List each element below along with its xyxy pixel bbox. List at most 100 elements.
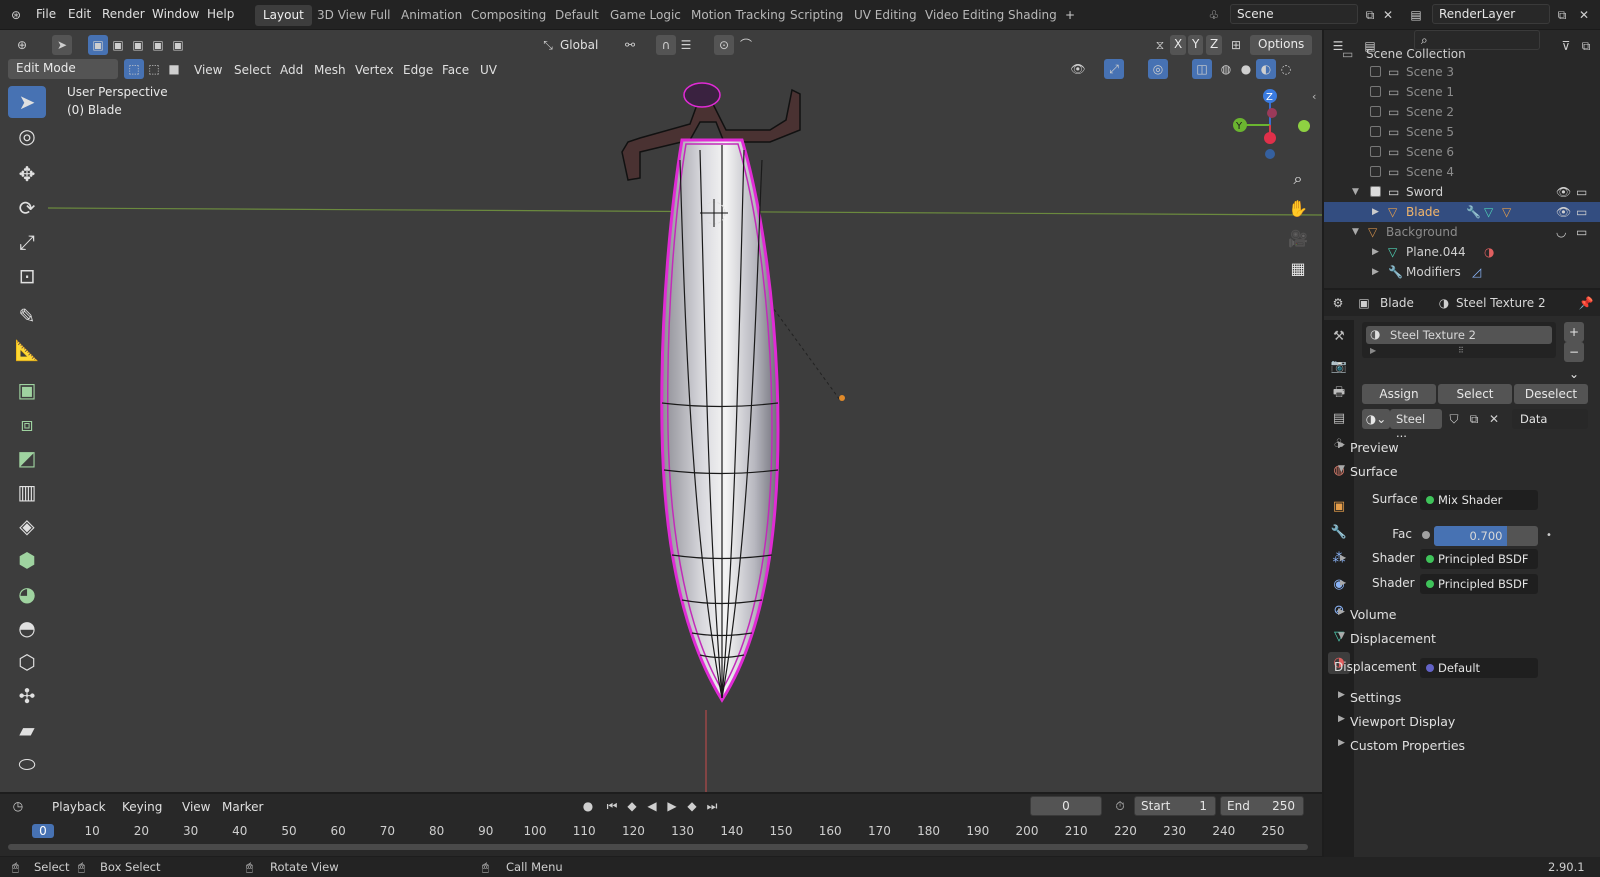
panel-volume[interactable]: Volume	[1350, 607, 1397, 622]
outliner-row[interactable]: ▭ Scene Collection	[1324, 44, 1600, 64]
menu-help[interactable]: Help	[207, 7, 234, 21]
select-button[interactable]: Select	[1438, 384, 1512, 404]
camera-icon[interactable]: 🎥	[1284, 225, 1312, 253]
menu-file[interactable]: File	[36, 7, 56, 21]
outliner-row[interactable]: ▭ Scene 4	[1324, 162, 1600, 182]
pin-icon[interactable]: 📌	[1576, 293, 1596, 313]
monitor-icon[interactable]: ▭	[1576, 185, 1587, 199]
shader-1-field[interactable]: Principled BSDF	[1420, 549, 1538, 569]
expand-arrow-icon[interactable]: ▶	[1372, 267, 1379, 277]
tab-default[interactable]: Default	[547, 5, 607, 26]
hidden-eye-icon[interactable]: ◡	[1556, 225, 1566, 239]
expand-arrow-icon[interactable]: ▶	[1338, 714, 1345, 724]
panel-preview[interactable]: Preview	[1350, 440, 1399, 455]
fac-slider[interactable]: 0.700	[1434, 526, 1538, 546]
exclude-checkbox[interactable]	[1370, 66, 1381, 77]
assign-button[interactable]: Assign	[1362, 384, 1436, 404]
outliner-row[interactable]: ▭ Scene 5	[1324, 122, 1600, 142]
expand-arrow-icon[interactable]: ▶	[1340, 553, 1346, 562]
close-icon[interactable]: ✕	[1574, 5, 1594, 25]
outliner-row[interactable]: ▶ ▽ Blade 🔧 ▽ ▽ 👁 ▭	[1324, 202, 1600, 222]
resize-handle-icon[interactable]: ⠿	[1458, 346, 1464, 355]
exclude-checkbox[interactable]	[1370, 166, 1381, 177]
3d-viewport[interactable]: ⊕ ➤ ▣ ▣ ▣ ▣ ▣ ⤡ Global ⚯ ∩ ☰ ⊙ ⌒ ⧖ X Y Z…	[0, 30, 1322, 792]
tab-3d-view-full[interactable]: 3D View Full	[309, 5, 399, 26]
outliner-row[interactable]: ▭ Scene 1	[1324, 82, 1600, 102]
view-layer-tab-icon[interactable]: ▤	[1328, 408, 1350, 430]
panel-displacement[interactable]: Displacement	[1350, 631, 1436, 646]
outliner-row[interactable]: ▶ 🔧 Modifiers ◿	[1324, 262, 1600, 282]
expand-arrow-icon[interactable]: ▶	[1372, 247, 1379, 257]
tool-tab-icon[interactable]: ⚒	[1328, 326, 1350, 348]
eye-icon[interactable]: 👁	[1556, 185, 1571, 199]
exclude-checkbox[interactable]	[1370, 106, 1381, 117]
blender-logo-icon[interactable]: ⊛	[6, 5, 26, 25]
material-slot-item[interactable]: ◑ Steel Texture 2	[1366, 326, 1552, 344]
tab-uv-editing[interactable]: UV Editing	[846, 5, 925, 26]
panel-settings[interactable]: Settings	[1350, 690, 1401, 705]
scene-canvas[interactable]: Z Y	[0, 30, 1322, 792]
tab-motion-tracking[interactable]: Motion Tracking	[683, 5, 793, 26]
tab-scripting[interactable]: Scripting	[782, 5, 851, 26]
view-layer-field[interactable]: RenderLayer	[1432, 4, 1550, 24]
scene-icon[interactable]: ♧	[1204, 5, 1224, 25]
menu-edit[interactable]: Edit	[68, 7, 91, 21]
outliner-row[interactable]: ▭ Scene 3	[1324, 62, 1600, 82]
mesh-data-icon[interactable]: ▽	[1484, 205, 1493, 219]
zoom-icon[interactable]: ⌕	[1284, 165, 1312, 193]
properties-editor-icon[interactable]: ⚙	[1328, 293, 1348, 313]
add-slot-icon[interactable]: +	[1564, 322, 1584, 342]
panel-custom-properties[interactable]: Custom Properties	[1350, 738, 1465, 753]
expand-arrow-icon[interactable]: ▶	[1338, 440, 1345, 450]
shader-2-field[interactable]: Principled BSDF	[1420, 574, 1538, 594]
keyframe-dot-icon[interactable]: •	[1546, 530, 1552, 541]
modifier-tab-icon[interactable]: 🔧	[1328, 522, 1350, 544]
remove-slot-icon[interactable]: −	[1564, 342, 1584, 362]
fake-user-icon[interactable]: ⛉	[1444, 409, 1464, 429]
expand-arrow-icon[interactable]: ▶	[1372, 207, 1379, 217]
outliner-row[interactable]: ▼ ▽ Background ◡ ▭	[1324, 222, 1600, 242]
expand-arrow-icon[interactable]: ▼	[1352, 227, 1359, 237]
displacement-field[interactable]: Default	[1420, 658, 1538, 678]
close-icon[interactable]: ✕	[1378, 5, 1398, 25]
panel-viewport-display[interactable]: Viewport Display	[1350, 714, 1455, 729]
unlink-icon[interactable]: ✕	[1484, 409, 1504, 429]
modifier-icon[interactable]: ◿	[1472, 265, 1481, 279]
surface-shader-field[interactable]: Mix Shader	[1420, 490, 1538, 510]
particles-tab-icon[interactable]: ⁂	[1328, 548, 1350, 570]
plus-icon[interactable]: +	[1060, 5, 1080, 25]
expand-arrow-icon[interactable]: ▶	[1340, 578, 1346, 587]
expand-arrow-icon[interactable]: ▶	[1370, 346, 1376, 355]
timeline-scrollbar[interactable]	[8, 844, 1308, 850]
pan-hand-icon[interactable]: ✋	[1284, 195, 1312, 223]
new-scene-icon[interactable]: ⧉	[1360, 5, 1380, 25]
collapse-arrow-icon[interactable]: ▼	[1338, 464, 1345, 474]
output-tab-icon[interactable]: 🖶	[1328, 382, 1350, 404]
outliner-row[interactable]: ▶ ▽ Plane.044 ◑	[1324, 242, 1600, 262]
monitor-icon[interactable]: ▭	[1576, 225, 1587, 239]
tab-layout[interactable]: Layout	[255, 5, 312, 26]
tab-compositing[interactable]: Compositing	[463, 5, 554, 26]
scene-name-field[interactable]: Scene	[1230, 4, 1358, 24]
tab-video-editing[interactable]: Video Editing	[917, 5, 1012, 26]
outliner-row[interactable]: ▭ Scene 6	[1324, 142, 1600, 162]
expand-arrow-icon[interactable]: ▶	[1338, 690, 1345, 700]
expand-arrow-icon[interactable]: ▶	[1338, 738, 1345, 748]
sidebar-toggle-icon[interactable]: ‹	[1312, 90, 1316, 103]
exclude-checkbox[interactable]	[1370, 186, 1381, 197]
material-datablock-field[interactable]: Steel ...	[1390, 409, 1442, 440]
outliner-row[interactable]: ▭ Scene 2	[1324, 102, 1600, 122]
panel-surface[interactable]: Surface	[1350, 464, 1398, 479]
object-tab-icon[interactable]: ▣	[1328, 496, 1350, 518]
tab-shading[interactable]: Shading	[1000, 5, 1065, 26]
chevron-down-icon[interactable]: ⌄	[1564, 364, 1584, 384]
collapse-arrow-icon[interactable]: ▼	[1338, 631, 1345, 641]
browse-material-icon[interactable]: ◑⌄	[1362, 409, 1390, 429]
physics-tab-icon[interactable]: ◉	[1328, 574, 1350, 596]
tab-animation[interactable]: Animation	[393, 5, 470, 26]
grid-icon[interactable]: ▦	[1284, 255, 1312, 283]
duplicate-icon[interactable]: ⧉	[1464, 409, 1484, 429]
view-layer-icon[interactable]: ▤	[1406, 5, 1426, 25]
monitor-icon[interactable]: ▭	[1576, 205, 1587, 219]
deselect-button[interactable]: Deselect	[1514, 384, 1588, 404]
